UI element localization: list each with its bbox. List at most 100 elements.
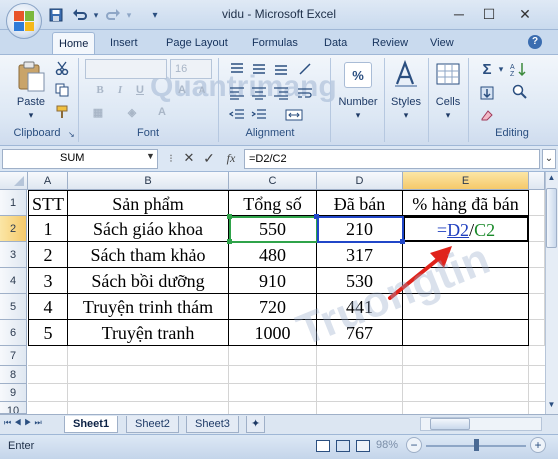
- italic-button[interactable]: I: [112, 82, 128, 98]
- tab-view[interactable]: View: [424, 32, 460, 54]
- help-icon[interactable]: ?: [528, 35, 542, 49]
- format-painter-icon[interactable]: [54, 104, 70, 120]
- cell-a6[interactable]: 5: [28, 320, 68, 346]
- cell-a3[interactable]: 2: [28, 242, 68, 268]
- shrink-font-icon[interactable]: A: [194, 82, 210, 98]
- tab-insert[interactable]: Insert: [104, 32, 144, 54]
- zoom-slider-thumb[interactable]: [474, 439, 479, 451]
- zoom-out-icon[interactable]: −: [406, 437, 422, 453]
- wrap-text-icon[interactable]: [296, 84, 314, 102]
- align-bottom-icon[interactable]: [272, 60, 290, 78]
- expand-formula-bar-icon[interactable]: ⌄: [542, 149, 556, 169]
- formula-input[interactable]: =D2/C2: [244, 149, 540, 169]
- copy-icon[interactable]: [54, 82, 70, 98]
- horizontal-scroll-thumb[interactable]: [430, 418, 470, 430]
- tab-formulas[interactable]: Formulas: [246, 32, 304, 54]
- row-header-2[interactable]: 2: [0, 216, 27, 242]
- cell-c2[interactable]: 550: [229, 216, 317, 242]
- cell-b3[interactable]: Sách tham khảo: [68, 242, 229, 268]
- cell-c4[interactable]: 910: [229, 268, 317, 294]
- row-header-9[interactable]: 9: [0, 384, 27, 402]
- column-header-f[interactable]: [529, 172, 545, 190]
- clipboard-launcher-icon[interactable]: ↘: [68, 130, 75, 139]
- column-header-b[interactable]: B: [68, 172, 229, 190]
- row-header-3[interactable]: 3: [0, 242, 27, 268]
- enter-formula-button[interactable]: ✓: [200, 148, 218, 168]
- align-right-icon[interactable]: [272, 84, 290, 102]
- styles-dropdown-icon[interactable]: ▾: [386, 110, 426, 121]
- fill-color-icon[interactable]: ◈: [124, 104, 140, 120]
- cut-icon[interactable]: [54, 60, 70, 76]
- normal-view-icon[interactable]: [316, 440, 330, 452]
- number-format-icon[interactable]: %: [344, 62, 372, 88]
- page-break-view-icon[interactable]: [356, 440, 370, 452]
- merge-center-icon[interactable]: [284, 106, 304, 124]
- cell-d1[interactable]: Đã bán: [317, 190, 403, 216]
- restore-button[interactable]: ☐: [476, 4, 502, 24]
- font-name-box[interactable]: [85, 59, 167, 79]
- select-all-corner[interactable]: [0, 172, 28, 190]
- column-f-cells[interactable]: [529, 190, 545, 346]
- insert-function-button[interactable]: fx: [221, 148, 241, 168]
- font-color-icon[interactable]: A: [154, 104, 170, 120]
- close-button[interactable]: ✕: [512, 4, 538, 24]
- empty-cells[interactable]: [28, 346, 545, 414]
- row-header-10[interactable]: 10: [0, 402, 27, 414]
- increase-indent-icon[interactable]: [250, 106, 268, 124]
- scroll-down-icon[interactable]: ▼: [546, 400, 557, 412]
- column-header-c[interactable]: C: [229, 172, 317, 190]
- autosum-dropdown-icon[interactable]: ▾: [496, 62, 506, 76]
- sheet-tab-1[interactable]: Sheet1: [64, 416, 119, 433]
- sheet-tab-3[interactable]: Sheet3: [186, 416, 239, 433]
- row-header-5[interactable]: 5: [0, 294, 27, 320]
- row-header-7[interactable]: 7: [0, 346, 27, 366]
- tab-review[interactable]: Review: [366, 32, 414, 54]
- row-header-1[interactable]: 1: [0, 190, 27, 216]
- cell-b1[interactable]: Sản phẩm: [68, 190, 229, 216]
- number-dropdown-icon[interactable]: ▾: [334, 110, 382, 121]
- autosum-icon[interactable]: Σ: [478, 60, 496, 78]
- align-middle-icon[interactable]: [250, 60, 268, 78]
- vertical-scroll-thumb[interactable]: [546, 188, 557, 248]
- cell-b5[interactable]: Truyện trinh thám: [68, 294, 229, 320]
- c2-handle-bottom[interactable]: [227, 239, 232, 244]
- minimize-button[interactable]: ─: [446, 4, 472, 24]
- number-button-label[interactable]: Number: [334, 96, 382, 108]
- cell-a4[interactable]: 3: [28, 268, 68, 294]
- font-size-box[interactable]: 16: [170, 59, 212, 79]
- row-header-8[interactable]: 8: [0, 366, 27, 384]
- borders-icon[interactable]: ▦: [90, 104, 106, 120]
- insert-sheet-icon[interactable]: ✦: [246, 416, 266, 433]
- paste-dropdown-icon[interactable]: ▾: [22, 110, 40, 121]
- column-header-d[interactable]: D: [317, 172, 403, 190]
- cell-c1[interactable]: Tổng số: [229, 190, 317, 216]
- zoom-in-icon[interactable]: +: [530, 437, 546, 453]
- cell-a2[interactable]: 1: [28, 216, 68, 242]
- column-header-a[interactable]: A: [28, 172, 68, 190]
- paste-icon[interactable]: [14, 60, 48, 94]
- cancel-formula-button[interactable]: ✕: [180, 148, 198, 168]
- row-header-4[interactable]: 4: [0, 268, 27, 294]
- page-layout-view-icon[interactable]: [336, 440, 350, 452]
- cell-b4[interactable]: Sách bồi dưỡng: [68, 268, 229, 294]
- row-header-6[interactable]: 6: [0, 320, 27, 346]
- decrease-indent-icon[interactable]: [228, 106, 246, 124]
- cells-dropdown-icon[interactable]: ▾: [430, 110, 466, 121]
- cell-a1[interactable]: STT: [28, 190, 68, 216]
- column-header-e[interactable]: E: [403, 172, 529, 190]
- cells-icon[interactable]: [434, 60, 462, 88]
- align-left-icon[interactable]: [228, 84, 246, 102]
- cell-b2[interactable]: Sách giáo khoa: [68, 216, 229, 242]
- underline-button[interactable]: U: [132, 82, 148, 98]
- grow-font-icon[interactable]: A: [174, 82, 190, 98]
- scroll-up-icon[interactable]: ▲: [546, 173, 557, 185]
- align-center-icon[interactable]: [250, 84, 268, 102]
- d2-handle[interactable]: [314, 214, 319, 219]
- clear-icon[interactable]: [478, 106, 496, 124]
- cell-c3[interactable]: 480: [229, 242, 317, 268]
- c2-handle[interactable]: [227, 214, 232, 219]
- cell-a5[interactable]: 4: [28, 294, 68, 320]
- sheet-tab-2[interactable]: Sheet2: [126, 416, 179, 433]
- tab-data[interactable]: Data: [318, 32, 353, 54]
- name-box-dropdown-icon[interactable]: ▼: [146, 151, 155, 161]
